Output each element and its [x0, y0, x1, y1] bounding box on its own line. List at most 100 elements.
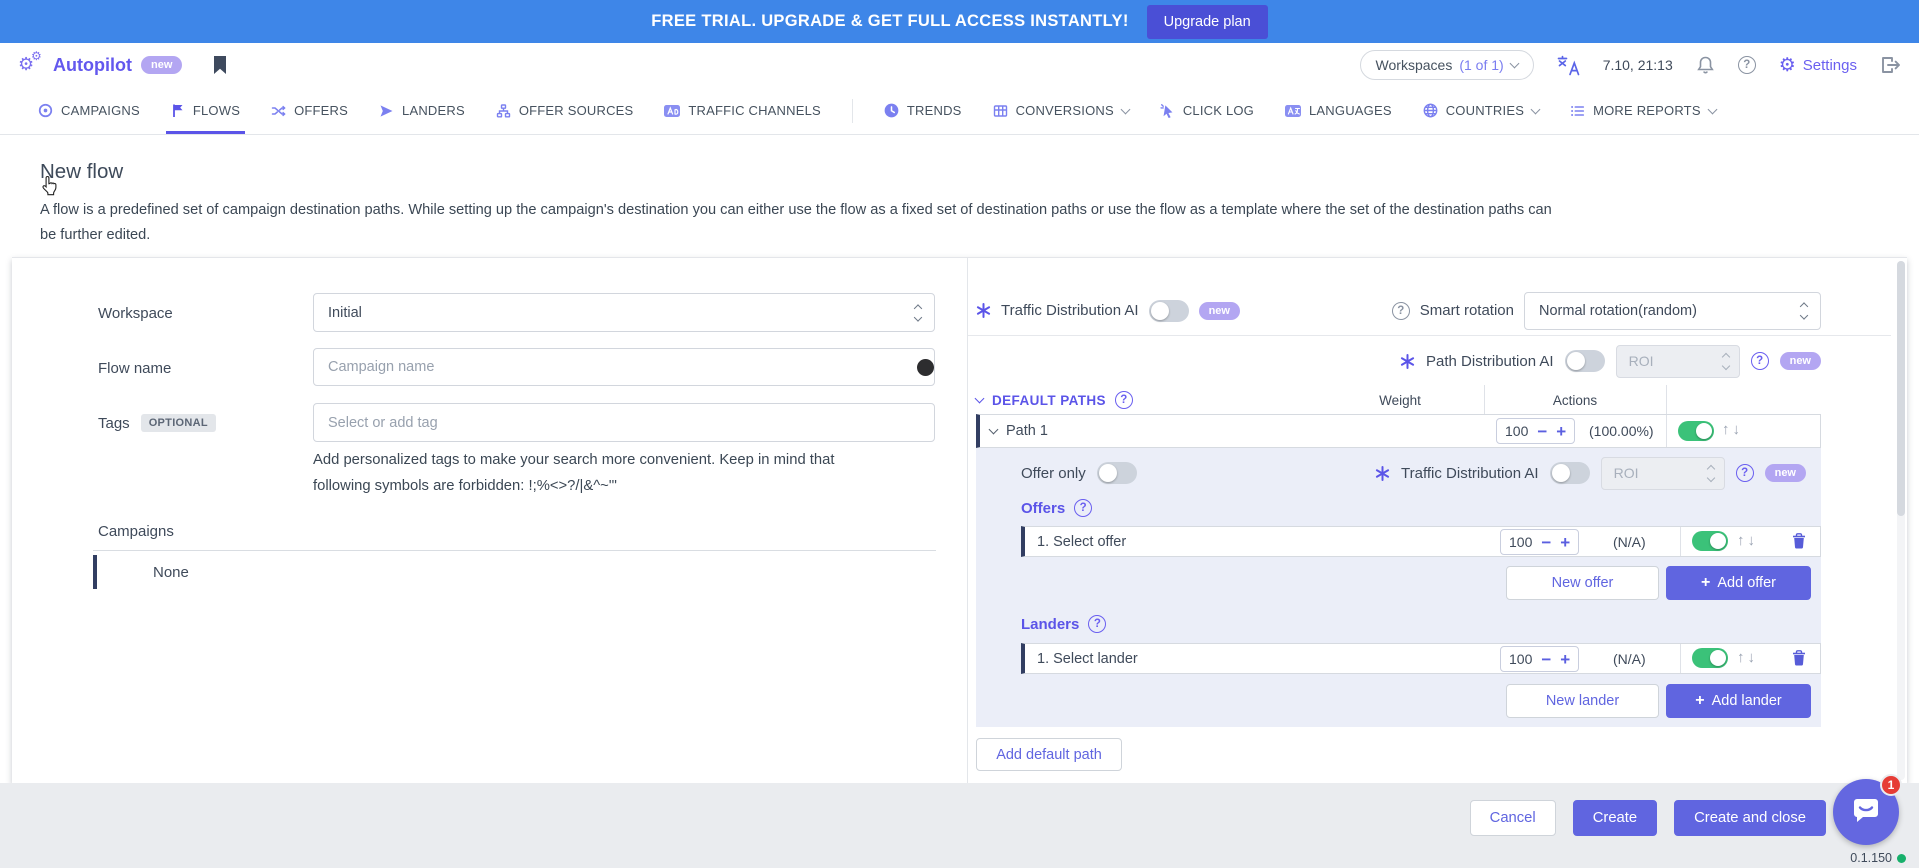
click-cursor-icon — [1160, 103, 1175, 118]
path-ai-label: Path Distribution AI — [1426, 353, 1554, 370]
tab-click-log[interactable]: CLICK LOG — [1160, 87, 1254, 134]
plus-icon[interactable]: + — [1556, 423, 1566, 440]
column-divider — [1666, 385, 1667, 415]
delete-offer-icon[interactable] — [1791, 532, 1807, 550]
tab-more-reports[interactable]: MORE REPORTS — [1570, 87, 1716, 134]
minus-icon[interactable]: − — [1541, 534, 1551, 551]
path-reorder-arrows: ↑ ↓ — [1722, 421, 1740, 438]
gear-icon: ⚙ — [1779, 56, 1796, 75]
workspace-select[interactable]: Initial — [313, 293, 935, 332]
default-paths-toggle[interactable]: DEFAULT PATHS ? — [976, 391, 1133, 409]
row-ai-help-icon[interactable]: ? — [1736, 464, 1754, 482]
paths-table-header: DEFAULT PATHS ? Weight Actions — [976, 385, 1821, 415]
new-offer-button[interactable]: New offer — [1506, 566, 1659, 600]
smart-rotation-select[interactable]: Normal rotation(random) — [1524, 292, 1821, 330]
lander-weight-percent: (N/A) — [1613, 651, 1646, 667]
logout-icon[interactable] — [1880, 55, 1901, 75]
scrollbar-thumb[interactable] — [1897, 261, 1905, 516]
move-down-icon[interactable]: ↓ — [1748, 532, 1756, 549]
row-traffic-ai-toggle[interactable] — [1550, 462, 1590, 484]
shuffle-icon — [271, 104, 286, 118]
main-nav: CAMPAIGNS FLOWS OFFERS LANDERS OFFER SOU… — [0, 87, 1919, 135]
add-default-path-button[interactable]: Add default path — [976, 738, 1122, 771]
tab-landers[interactable]: LANDERS — [379, 87, 465, 134]
create-button[interactable]: Create — [1573, 800, 1657, 836]
path-weight-stepper[interactable]: 100 − + — [1496, 418, 1575, 444]
move-up-icon[interactable]: ↑ — [1737, 649, 1745, 666]
weight-column-header: Weight — [1316, 393, 1484, 408]
column-divider — [1680, 644, 1681, 673]
translate-icon[interactable] — [1557, 55, 1580, 76]
tab-campaigns[interactable]: CAMPAIGNS — [38, 87, 140, 134]
upgrade-plan-button[interactable]: Upgrade plan — [1147, 5, 1268, 39]
path-weight-percent: (100.00%) — [1589, 423, 1654, 439]
notifications-bell-icon[interactable] — [1696, 55, 1715, 75]
minus-icon[interactable]: − — [1537, 423, 1547, 440]
ad-icon — [664, 104, 680, 118]
tab-countries[interactable]: COUNTRIES — [1423, 87, 1539, 134]
move-up-icon[interactable]: ↑ — [1737, 532, 1745, 549]
smart-rotation-help-icon[interactable]: ? — [1392, 302, 1410, 320]
tab-offer-sources[interactable]: OFFER SOURCES — [496, 87, 634, 134]
flow-name-indicator-dot[interactable] — [917, 359, 934, 376]
cancel-button[interactable]: Cancel — [1470, 800, 1556, 836]
delete-lander-icon[interactable] — [1791, 649, 1807, 667]
tab-trends[interactable]: TRENDS — [884, 87, 962, 134]
default-paths-help-icon[interactable]: ? — [1115, 391, 1133, 409]
tab-flows[interactable]: FLOWS — [171, 87, 240, 134]
tab-traffic-channels[interactable]: TRAFFIC CHANNELS — [664, 87, 821, 134]
bookmark-icon[interactable] — [212, 55, 228, 75]
offer-only-row: Offer only Traffic Distribution AI ROI ?… — [976, 451, 1821, 495]
tags-input[interactable] — [313, 403, 935, 442]
create-and-close-button[interactable]: Create and close — [1674, 800, 1826, 836]
chevron-down-icon — [1120, 104, 1130, 114]
add-lander-button[interactable]: + Add lander — [1666, 684, 1811, 718]
move-down-icon[interactable]: ↓ — [1748, 649, 1756, 666]
path-ai-metric-select[interactable]: ROI — [1616, 345, 1740, 378]
move-up-icon[interactable]: ↑ — [1722, 421, 1730, 438]
traffic-ai-new-badge: new — [1199, 302, 1240, 320]
datetime-label: 7.10, 21:13 — [1603, 57, 1673, 73]
tab-languages[interactable]: LANGUAGES — [1285, 87, 1392, 134]
offer-weight-stepper[interactable]: 100 − + — [1500, 529, 1579, 555]
workspace-label: Workspace — [98, 305, 173, 322]
offers-help-icon[interactable]: ? — [1074, 499, 1092, 517]
path-ai-help-icon[interactable]: ? — [1751, 352, 1769, 370]
chat-widget-button[interactable]: 1 — [1833, 779, 1899, 845]
ai-snowflake-icon — [976, 303, 991, 318]
plus-icon[interactable]: + — [1560, 534, 1570, 551]
path-enabled-toggle[interactable] — [1678, 421, 1714, 441]
workspaces-selector[interactable]: Workspaces (1 of 1) — [1360, 50, 1534, 80]
flag-icon — [171, 103, 185, 118]
lander-weight-stepper[interactable]: 100 − + — [1500, 646, 1579, 672]
path-ai-new-badge: new — [1780, 352, 1821, 370]
header: ⚙ ⚙ Autopilot new Workspaces (1 of 1) 7.… — [0, 43, 1919, 87]
plus-icon[interactable]: + — [1560, 651, 1570, 668]
offers-section-title: Offers ? — [1021, 499, 1092, 517]
lander-enabled-toggle[interactable] — [1692, 648, 1728, 668]
campaigns-label: Campaigns — [98, 523, 174, 540]
paper-plane-icon — [379, 104, 394, 118]
traffic-ai-toggle[interactable] — [1149, 300, 1189, 322]
row-ai-metric-select[interactable]: ROI — [1601, 457, 1725, 490]
plus-icon: + — [1695, 692, 1704, 710]
move-down-icon[interactable]: ↓ — [1733, 421, 1741, 438]
add-offer-button[interactable]: + Add offer — [1666, 566, 1811, 600]
path-ai-toggle[interactable] — [1565, 350, 1605, 372]
offer-reorder-arrows: ↑ ↓ — [1737, 532, 1755, 549]
offer-enabled-toggle[interactable] — [1692, 531, 1728, 551]
offer-row[interactable]: 1. Select offer 100 − + (N/A) ↑ ↓ — [1021, 526, 1821, 557]
landers-help-icon[interactable]: ? — [1088, 615, 1106, 633]
settings-button[interactable]: ⚙ Settings — [1779, 56, 1857, 75]
tab-conversions[interactable]: CONVERSIONS — [993, 87, 1129, 134]
tab-offers[interactable]: OFFERS — [271, 87, 348, 134]
minus-icon[interactable]: − — [1541, 651, 1551, 668]
campaigns-divider — [93, 550, 936, 551]
offer-only-toggle[interactable] — [1097, 462, 1137, 484]
lander-row[interactable]: 1. Select lander 100 − + (N/A) ↑ ↓ — [1021, 643, 1821, 674]
tags-label: Tags OPTIONAL — [98, 414, 216, 432]
help-icon[interactable]: ? — [1738, 56, 1756, 74]
brand-logo[interactable]: ⚙ ⚙ Autopilot new — [18, 53, 182, 77]
new-lander-button[interactable]: New lander — [1506, 684, 1659, 718]
flow-name-input[interactable] — [313, 348, 935, 386]
